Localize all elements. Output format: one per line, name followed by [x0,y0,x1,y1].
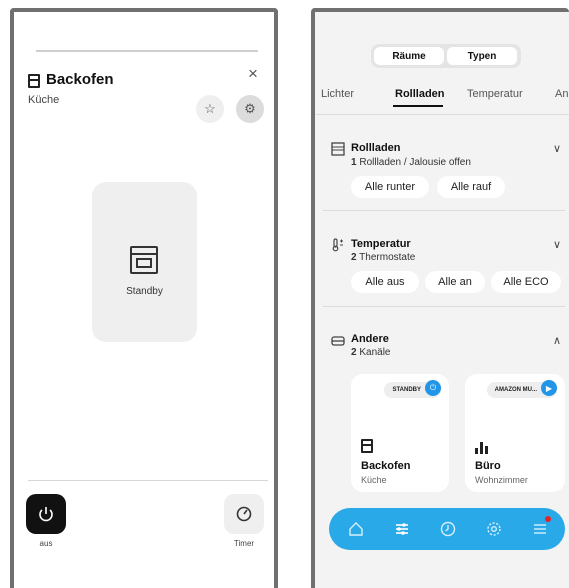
equalizer-icon [475,442,489,454]
device-tile[interactable]: AMAZON MU... ▶ Büro Wohnzimmer [465,374,565,492]
oven-icon [361,439,373,453]
device-room: Küche [28,94,60,106]
favorite-button[interactable]: ☆ [196,95,224,123]
device-detail-panel: × Backofen Küche ☆ ⚙ Standby aus Timer [10,8,278,588]
play-icon[interactable]: ▶ [541,380,557,396]
all-down-button[interactable]: Alle runter [351,176,429,198]
tile-room: Küche [361,475,387,485]
divider [323,210,565,211]
divider [323,306,565,307]
device-title: Backofen [46,71,114,88]
channel-icon [331,336,345,346]
tab-temperatur[interactable]: Temperatur [467,88,523,100]
tab-andere[interactable]: An [555,88,568,100]
divider [28,480,268,481]
settings-button[interactable]: ⚙ [236,95,264,123]
bottom-nav [329,508,565,550]
section-subtitle: 2 Thermostate [351,252,416,263]
shutter-icon [331,142,345,156]
oven-icon [130,246,158,274]
star-icon: ☆ [204,101,216,116]
chevron-down-icon[interactable]: ∨ [553,142,561,155]
section-title: Temperatur [351,238,411,250]
section-subtitle: 2 Kanäle [351,347,391,358]
tile-name: Büro [475,460,501,472]
segment-types[interactable]: Typen [447,47,517,65]
section-subtitle: 1 Rollladen / Jalousie offen [351,157,471,168]
timer-label: Timer [233,539,255,548]
active-tab-indicator [393,105,443,107]
power-label: aus [39,539,53,548]
tab-rollladen[interactable]: Rollladen [395,88,445,100]
timer-button[interactable] [224,494,264,534]
chevron-up-icon[interactable]: ∧ [553,334,561,347]
oven-icon [28,74,40,88]
all-off-button[interactable]: Alle aus [351,271,419,293]
gear-icon: ⚙ [244,101,256,116]
tile-name: Backofen [361,460,411,472]
chevron-down-icon[interactable]: ∨ [553,238,561,251]
power-icon [39,507,53,522]
close-icon[interactable]: × [248,64,258,84]
view-segment: Räume Typen [371,44,521,68]
tile-room: Wohnzimmer [475,475,528,485]
power-icon[interactable]: ⏻ [425,380,441,396]
clock-icon[interactable] [437,518,459,540]
device-list-panel: Räume Typen Lichter Rollladen Temperatur… [311,8,569,588]
notification-dot [545,516,551,522]
all-eco-button[interactable]: Alle ECO [491,271,561,293]
drag-handle[interactable] [36,50,258,52]
timer-icon [236,506,252,522]
tab-lichter[interactable]: Lichter [321,88,354,100]
power-button[interactable] [26,494,66,534]
segment-rooms[interactable]: Räume [374,47,444,65]
sliders-icon[interactable] [391,518,413,540]
thermometer-icon [332,238,343,252]
status-card[interactable]: Standby [92,182,197,342]
home-icon[interactable] [345,518,367,540]
status-label: Standby [126,286,163,297]
device-tile[interactable]: STANDBY ⏻ Backofen Küche [351,374,449,492]
all-up-button[interactable]: Alle rauf [437,176,505,198]
divider [315,114,569,115]
all-on-button[interactable]: Alle an [425,271,485,293]
section-title: Rollladen [351,142,401,154]
section-title: Andere [351,333,389,345]
gear-icon[interactable] [483,518,505,540]
